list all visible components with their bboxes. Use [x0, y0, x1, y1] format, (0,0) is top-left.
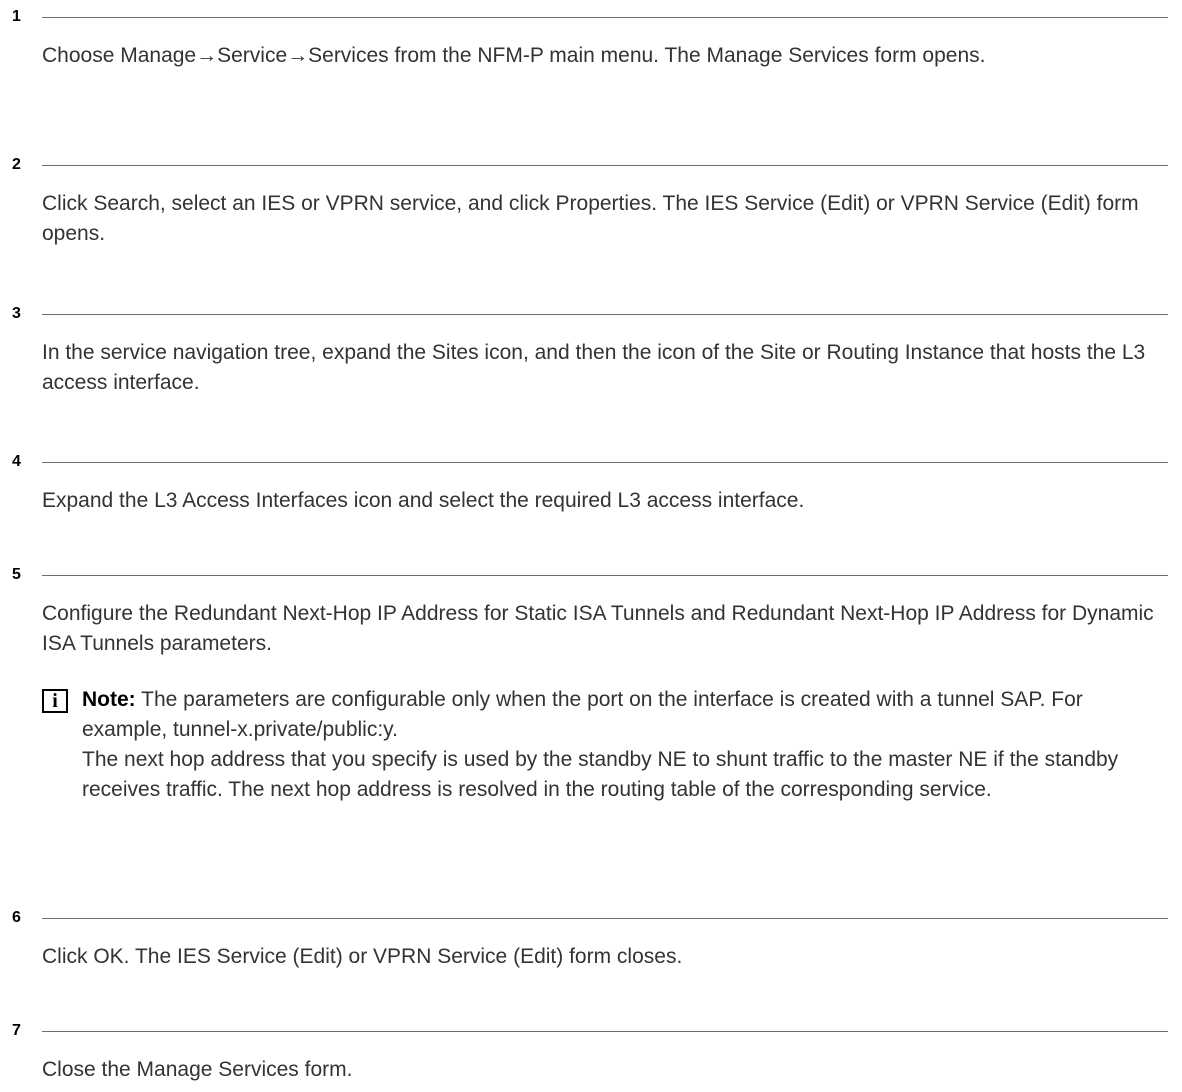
step-text: Expand the L3 Access Interfaces icon and…: [42, 489, 805, 512]
step-divider: [42, 17, 1168, 18]
note-text: Note: The parameters are configurable on…: [82, 685, 1168, 805]
step-header: 1: [0, 7, 1182, 29]
step-body: Click OK. The IES Service (Edit) or VPRN…: [42, 942, 1168, 972]
step-header: 4: [0, 452, 1182, 474]
step-number: 2: [12, 156, 21, 173]
step-text: Click OK. The IES Service (Edit) or VPRN…: [42, 945, 683, 968]
step-divider: [42, 462, 1168, 463]
step-number: 3: [12, 305, 21, 322]
step-text: Choose Manage→Service→Services from the …: [42, 44, 986, 67]
step-number: 7: [12, 1022, 21, 1039]
step-divider: [42, 918, 1168, 919]
step-text: Close the Manage Services form.: [42, 1058, 353, 1081]
step-text: In the service navigation tree, expand t…: [42, 341, 1146, 394]
step-divider: [42, 575, 1168, 576]
note: i Note: The parameters are configurable …: [42, 685, 1168, 805]
step-header: 5: [0, 565, 1182, 587]
note-text-1: The parameters are configurable only whe…: [82, 688, 1083, 741]
step-divider: [42, 165, 1168, 166]
step-text: Configure the Redundant Next-Hop IP Addr…: [42, 602, 1154, 655]
step-number: 1: [12, 8, 21, 25]
step-divider: [42, 314, 1168, 315]
step-body: Close the Manage Services form.: [42, 1055, 1168, 1085]
step-body: In the service navigation tree, expand t…: [42, 338, 1168, 398]
step-body: Click Search, select an IES or VPRN serv…: [42, 189, 1168, 249]
note-text-2: The next hop address that you specify is…: [82, 748, 1119, 801]
step-divider: [42, 1031, 1168, 1032]
step-header: 2: [0, 155, 1182, 177]
info-icon: i: [42, 689, 68, 713]
step-header: 7: [0, 1021, 1182, 1043]
step-number: 5: [12, 566, 21, 583]
step-body: Expand the L3 Access Interfaces icon and…: [42, 486, 1168, 516]
info-icon-glyph: i: [52, 690, 58, 712]
step-text: Click Search, select an IES or VPRN serv…: [42, 192, 1139, 245]
step-header: 6: [0, 908, 1182, 930]
note-label: Note:: [82, 688, 136, 711]
step-number: 4: [12, 453, 21, 470]
step-body: Choose Manage→Service→Services from the …: [42, 41, 1168, 71]
step-body: Configure the Redundant Next-Hop IP Addr…: [42, 599, 1168, 805]
step-header: 3: [0, 304, 1182, 326]
step-number: 6: [12, 909, 21, 926]
